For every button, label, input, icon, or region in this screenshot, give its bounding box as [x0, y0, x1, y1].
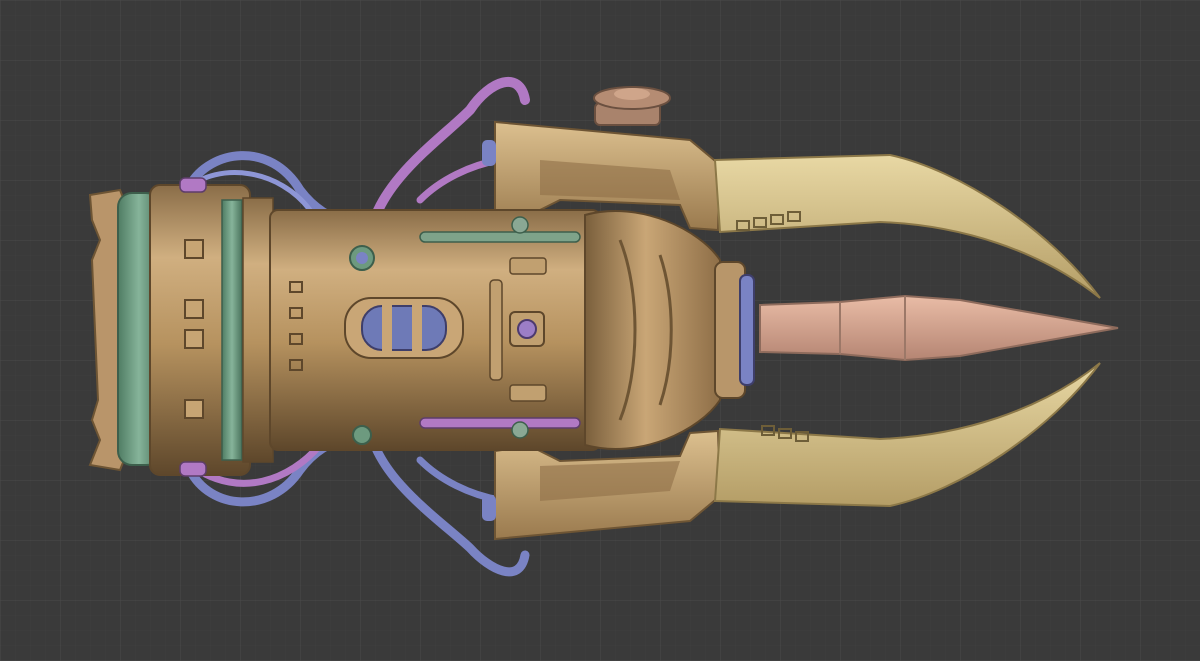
- main-barrel: [149, 184, 601, 476]
- model-render: [0, 0, 1200, 661]
- viewport-canvas[interactable]: [0, 0, 1200, 661]
